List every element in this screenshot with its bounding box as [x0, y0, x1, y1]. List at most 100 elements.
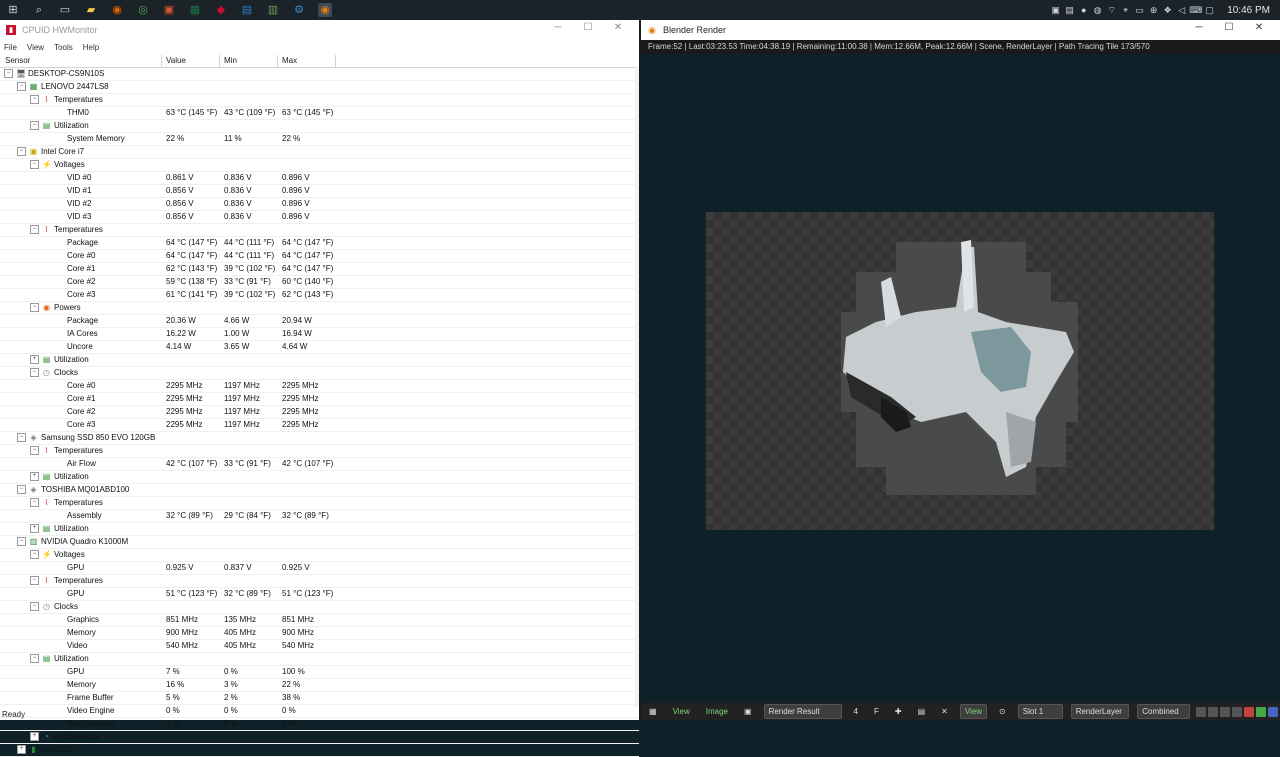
group-node[interactable]: − ▤ Utilization — [0, 653, 639, 666]
expand-toggle-icon[interactable]: + — [30, 472, 39, 481]
collapse-toggle-icon[interactable]: − — [30, 225, 39, 234]
tray-usb-icon[interactable]: ⊕ — [1148, 5, 1159, 16]
group-node[interactable]: + ▤ Utilization — [0, 354, 639, 367]
sensor-row[interactable]: VID #1 0.856 V 0.836 V 0.896 V — [0, 185, 639, 198]
render-pass-select[interactable]: Combined — [1137, 704, 1190, 719]
group-node[interactable]: − ⚡ Voltages — [0, 549, 639, 562]
app-icon[interactable]: ▣ — [162, 3, 176, 17]
column-min[interactable]: Min — [224, 56, 237, 65]
collapse-toggle-icon[interactable]: − — [30, 446, 39, 455]
group-node[interactable]: + ◔ Performance — [0, 731, 639, 744]
maximize-icon[interactable]: ☐ — [573, 22, 603, 33]
tray-network-icon[interactable]: ⌖ — [1120, 5, 1131, 16]
blender-titlebar[interactable]: ◉ Blender Render ─ ☐ ✕ — [641, 20, 1280, 40]
collapse-toggle-icon[interactable]: − — [30, 602, 39, 611]
image-name-field[interactable]: Render Result — [763, 704, 842, 719]
group-node[interactable]: − ▤ Utilization — [0, 120, 639, 133]
sensor-row[interactable]: Uncore 4.14 W 3.65 W 4.64 W — [0, 341, 639, 354]
sensor-row[interactable]: VID #0 0.861 V 0.836 V 0.896 V — [0, 172, 639, 185]
taskbar-clock[interactable]: 10:46 PM — [1227, 5, 1270, 16]
windows-logo-icon[interactable]: ⊞ — [6, 3, 20, 17]
tray-dropbox-icon[interactable]: ❖ — [1162, 5, 1173, 16]
tray-app-icon[interactable]: ▣ — [1050, 5, 1061, 16]
device-node[interactable]: − ▣ Intel Core i7 — [0, 146, 639, 159]
group-node[interactable]: − ⌇ Temperatures — [0, 575, 639, 588]
task-view-icon[interactable]: ▭ — [58, 3, 72, 17]
column-divider[interactable] — [219, 55, 220, 67]
green-channel-icon[interactable] — [1255, 706, 1266, 717]
group-node[interactable]: − ⌇ Temperatures — [0, 497, 639, 510]
collapse-toggle-icon[interactable]: − — [30, 498, 39, 507]
image-users-count[interactable]: 4 — [850, 705, 862, 718]
sensor-row[interactable]: Frame Buffer 5 % 2 % 38 % — [0, 692, 639, 705]
tray-notification-icon[interactable]: ▢ — [1204, 5, 1215, 16]
group-node[interactable]: − ◉ Powers — [0, 302, 639, 315]
sensor-row[interactable]: Package 20.36 W 4.66 W 20.94 W — [0, 315, 639, 328]
sensor-row[interactable]: THM0 63 °C (145 °F) 43 °C (109 °F) 63 °C (1… — [0, 107, 639, 120]
menu-view[interactable]: View — [669, 705, 694, 718]
sensor-row[interactable]: GPU 51 °C (123 °F) 32 °C (89 °F) 51 °C (123… — [0, 588, 639, 601]
zbuffer-icon[interactable] — [1219, 706, 1230, 717]
firefox-icon[interactable]: ◉ — [110, 3, 124, 17]
new-image-icon[interactable]: ✚ — [891, 705, 906, 718]
expand-toggle-icon[interactable]: + — [30, 524, 39, 533]
collapse-toggle-icon[interactable]: − — [17, 485, 26, 494]
minimize-icon[interactable]: ─ — [543, 22, 573, 33]
collapse-toggle-icon[interactable]: − — [30, 576, 39, 585]
menu-file[interactable]: File — [4, 43, 17, 52]
pack-image-icon[interactable]: ▤ — [914, 705, 930, 718]
collapse-toggle-icon[interactable]: − — [30, 160, 39, 169]
alpha-icon[interactable] — [1207, 706, 1218, 717]
sensor-row[interactable]: Assembly 32 °C (89 °F) 29 °C (84 °F) 32 °C … — [0, 510, 639, 523]
column-divider[interactable] — [335, 55, 336, 67]
group-node[interactable]: − ⌇ Temperatures — [0, 445, 639, 458]
editor-type-icon[interactable]: ▦ — [645, 705, 661, 718]
render-layer-select[interactable]: RenderLayer — [1070, 704, 1130, 719]
group-node[interactable]: + ▤ Utilization — [0, 471, 639, 484]
sensor-row[interactable]: Core #2 59 °C (138 °F) 33 °C (91 °F) 60 °C … — [0, 276, 639, 289]
close-icon[interactable]: ✕ — [603, 22, 633, 33]
tray-battery-icon[interactable]: ▭ — [1134, 5, 1145, 16]
sensor-row[interactable]: Core #0 2295 MHz 1197 MHz 2295 MHz — [0, 380, 639, 393]
red-channel-icon[interactable] — [1243, 706, 1254, 717]
sensor-row[interactable]: Core #3 2295 MHz 1197 MHz 2295 MHz — [0, 419, 639, 432]
maximize-icon[interactable]: ☐ — [1214, 22, 1244, 33]
device-node[interactable]: − ◈ Samsung SSD 850 EVO 120GB — [0, 432, 639, 445]
app-red-icon[interactable]: ◆ — [214, 3, 228, 17]
sensor-row[interactable]: Core #3 61 °C (141 °F) 39 °C (102 °F) 62 °C… — [0, 289, 639, 302]
group-node[interactable]: − ◷ Clocks — [0, 367, 639, 380]
collapse-toggle-icon[interactable]: − — [30, 303, 39, 312]
sensor-row[interactable]: VID #3 0.856 V 0.836 V 0.896 V — [0, 211, 639, 224]
column-sensor[interactable]: Sensor — [5, 56, 30, 65]
device-node[interactable]: − ◈ TOSHIBA MQ01ABD100 — [0, 484, 639, 497]
group-node[interactable]: + ▤ Utilization — [0, 523, 639, 536]
group-node[interactable]: − ⌇ Temperatures — [0, 224, 639, 237]
rgb-icon[interactable] — [1195, 706, 1206, 717]
tray-wifi-icon[interactable]: ⌔ — [1106, 5, 1117, 16]
chrome-icon[interactable]: ◎ — [136, 3, 150, 17]
column-max[interactable]: Max — [282, 56, 297, 65]
device-node[interactable]: + ▮ 45N1011 — [0, 744, 639, 757]
group-node[interactable]: − ⚡ Voltages — [0, 159, 639, 172]
expand-toggle-icon[interactable]: + — [30, 355, 39, 364]
sensor-row[interactable]: Core #1 62 °C (143 °F) 39 °C (102 °F) 64 °C… — [0, 263, 639, 276]
sensor-row[interactable]: Memory 16 % 3 % 22 % — [0, 679, 639, 692]
expand-toggle-icon[interactable]: + — [17, 745, 26, 754]
column-value[interactable]: Value — [166, 56, 186, 65]
excel-icon[interactable]: ▦ — [188, 3, 202, 17]
file-explorer-icon[interactable]: ▰ — [84, 3, 98, 17]
collapse-toggle-icon[interactable]: − — [30, 95, 39, 104]
settings-icon[interactable]: ⚙ — [292, 3, 306, 17]
close-icon[interactable]: ✕ — [1244, 22, 1274, 33]
tray-monitor-icon[interactable]: ▤ — [1064, 5, 1075, 16]
collapse-toggle-icon[interactable]: − — [30, 121, 39, 130]
group-node[interactable]: − ⌇ Temperatures — [0, 94, 639, 107]
device-node[interactable]: − ▦ LENOVO 2447LS8 — [0, 81, 639, 94]
tray-keyboard-icon[interactable]: ⌨ — [1189, 5, 1202, 16]
sensor-row[interactable]: Core #0 64 °C (147 °F) 44 °C (111 °F) 64 °C… — [0, 250, 639, 263]
collapse-toggle-icon[interactable]: − — [30, 368, 39, 377]
sensor-row[interactable]: Video 540 MHz 405 MHz 540 MHz — [0, 640, 639, 653]
menu-tools[interactable]: Tools — [54, 43, 73, 52]
collapse-toggle-icon[interactable]: − — [4, 69, 13, 78]
tray-app2-icon[interactable]: ◍ — [1092, 5, 1103, 16]
